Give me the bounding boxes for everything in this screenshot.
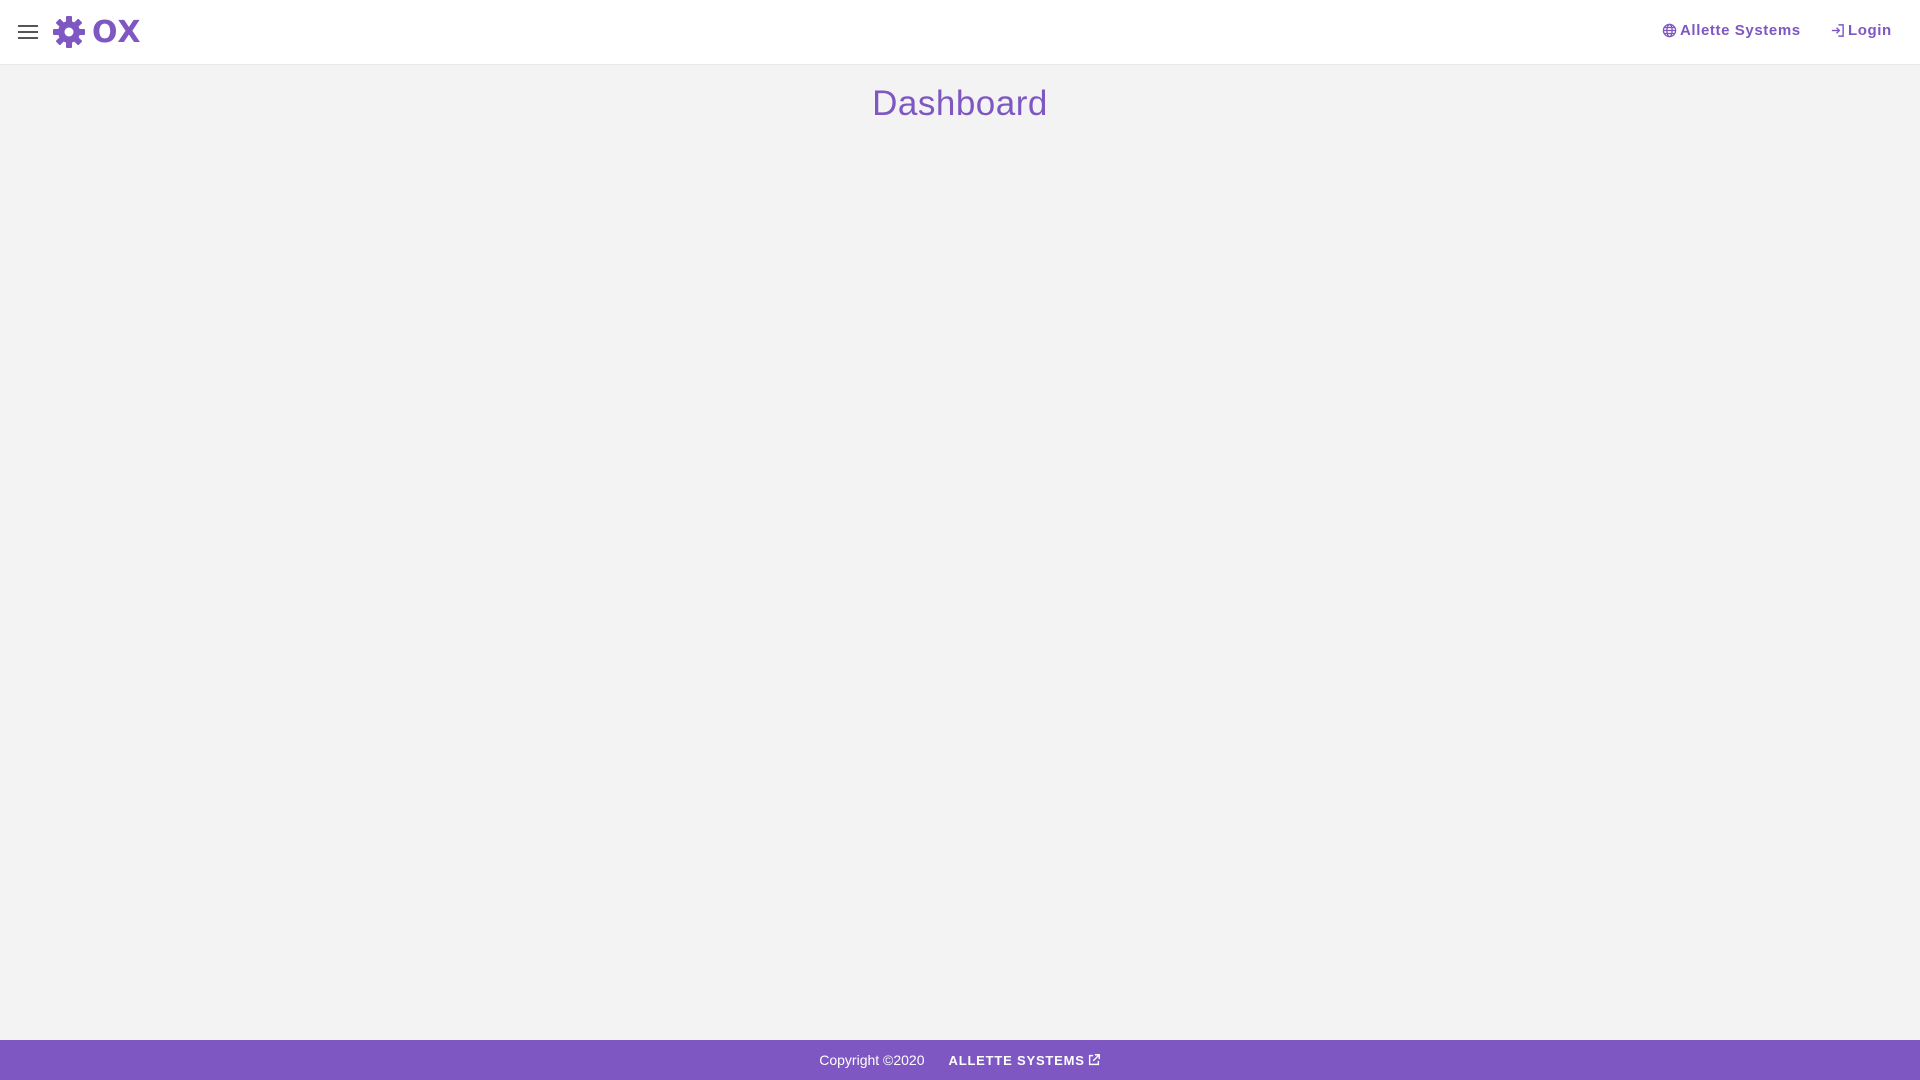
top-app-bar: OX Allette Systems Login <box>0 0 1920 64</box>
app-logo[interactable]: OX <box>52 14 142 50</box>
footer-link-label: ALLETTE SYSTEMS <box>948 1052 1085 1068</box>
external-link-icon <box>1088 1054 1100 1066</box>
nav-login[interactable]: Login <box>1830 22 1892 39</box>
footer-allette-systems-link[interactable]: ALLETTE SYSTEMS <box>949 1053 1101 1068</box>
nav-login-label: Login <box>1848 22 1892 39</box>
logo-text: OX <box>92 14 142 50</box>
gear-icon <box>53 16 85 48</box>
footer: Copyright ©2020 ALLETTE SYSTEMS <box>0 1040 1920 1080</box>
globe-icon <box>1662 23 1677 38</box>
footer-copyright: Copyright ©2020 <box>819 1052 925 1068</box>
nav-allette-systems[interactable]: Allette Systems <box>1662 22 1801 39</box>
nav-allette-systems-label: Allette Systems <box>1680 22 1801 39</box>
login-icon <box>1831 24 1844 37</box>
page-title: Dashboard <box>872 84 1048 123</box>
menu-icon[interactable] <box>14 20 42 44</box>
